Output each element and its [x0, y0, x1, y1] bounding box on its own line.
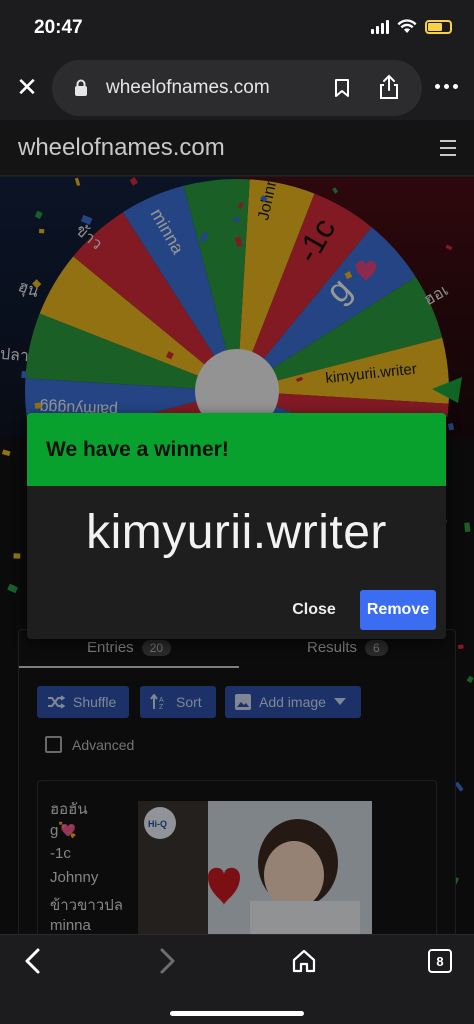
remove-button[interactable]: Remove	[360, 590, 436, 630]
site-brand[interactable]: wheelofnames.com	[18, 134, 225, 162]
battery-icon	[425, 19, 452, 34]
winner-name: kimyurii.writer	[86, 506, 387, 559]
more-options-icon[interactable]	[435, 84, 458, 89]
close-tab-icon[interactable]: ✕	[14, 74, 40, 100]
browser-toolbar: ✕ wheelofnames.com	[0, 54, 474, 120]
tab-count-button[interactable]: 8	[428, 949, 452, 973]
address-bar[interactable]: wheelofnames.com	[52, 60, 422, 116]
url-text: wheelofnames.com	[106, 77, 270, 98]
forward-icon[interactable]	[158, 947, 178, 975]
home-indicator	[170, 1011, 304, 1016]
status-icons	[371, 19, 452, 34]
share-icon[interactable]	[378, 74, 400, 100]
browser-bottom-bar: 8	[0, 934, 474, 1024]
winner-dialog-title: We have a winner!	[46, 438, 229, 461]
bookmark-icon[interactable]	[334, 78, 350, 98]
hamburger-menu-icon[interactable]	[440, 140, 456, 161]
close-button[interactable]: Close	[279, 592, 349, 628]
wifi-icon	[397, 19, 417, 33]
winner-dialog-header: We have a winner!	[27, 413, 446, 486]
back-icon[interactable]	[22, 947, 42, 975]
winner-dialog: We have a winner! kimyurii.writer Close …	[27, 413, 446, 639]
status-bar: 20:47	[0, 0, 474, 54]
status-time: 20:47	[34, 17, 83, 38]
site-header: wheelofnames.com	[0, 120, 474, 176]
signal-icon	[371, 19, 389, 34]
lock-icon	[75, 79, 87, 96]
home-icon[interactable]	[292, 949, 316, 973]
